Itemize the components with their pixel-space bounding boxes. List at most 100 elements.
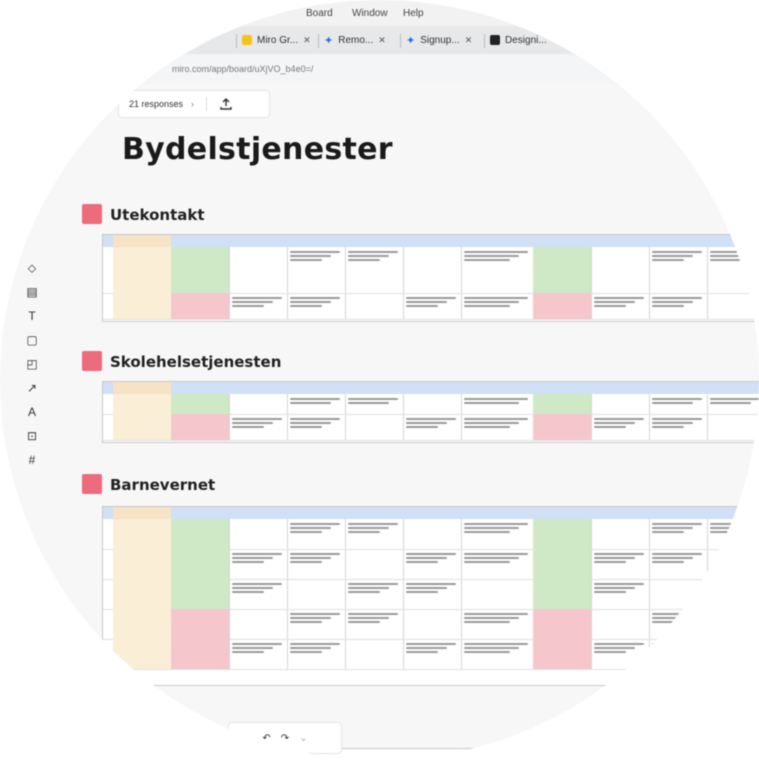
table-cell[interactable] xyxy=(591,519,650,550)
table-cell[interactable] xyxy=(229,394,288,415)
cell-text-placeholder xyxy=(348,251,398,253)
table-cell[interactable] xyxy=(591,247,650,294)
table-cell[interactable] xyxy=(707,639,759,670)
table-cell[interactable] xyxy=(171,247,230,294)
close-icon[interactable]: ✕ xyxy=(465,35,473,46)
grid-icon[interactable]: # xyxy=(20,450,44,470)
cell-text-placeholder xyxy=(290,426,322,428)
cell-text-placeholder xyxy=(406,643,456,645)
table-cell[interactable] xyxy=(707,293,759,320)
cell-text-placeholder xyxy=(348,523,398,525)
section-table-partial[interactable] xyxy=(312,748,734,760)
comment-icon[interactable]: ◰ xyxy=(20,354,44,374)
cell-text-placeholder xyxy=(232,587,273,589)
table-header-cell xyxy=(345,507,404,519)
cell-text-placeholder xyxy=(290,523,340,525)
table-cell[interactable] xyxy=(171,639,230,670)
responses-label[interactable]: 21 responses xyxy=(129,99,183,109)
table-cell[interactable] xyxy=(345,639,404,670)
template-icon[interactable]: A xyxy=(20,402,44,422)
page-title: Bydelstjenester xyxy=(122,132,393,167)
table-cell[interactable] xyxy=(403,394,462,415)
upload-icon[interactable] xyxy=(219,97,233,111)
table-cell[interactable] xyxy=(171,549,230,580)
table-cell[interactable] xyxy=(113,549,172,580)
menu-help[interactable]: Help xyxy=(403,8,424,19)
table-cell[interactable] xyxy=(533,549,592,580)
table-cell[interactable] xyxy=(171,579,230,610)
table-cell[interactable] xyxy=(287,579,346,610)
table-header-cell xyxy=(649,382,708,394)
url-text[interactable]: miro.com/app/board/uXjVO_b4e0=/ xyxy=(172,64,313,74)
table-cell[interactable] xyxy=(229,609,288,640)
table-cell[interactable] xyxy=(113,293,172,320)
cell-text-placeholder xyxy=(232,297,282,299)
responses-bar[interactable]: 21 responses › xyxy=(118,90,270,118)
table-cell[interactable] xyxy=(533,293,592,320)
table-cell[interactable] xyxy=(533,247,592,294)
table-cell[interactable] xyxy=(533,579,592,610)
table-cell[interactable] xyxy=(533,639,592,670)
select-icon[interactable]: ⬦ xyxy=(20,258,44,278)
text-icon[interactable]: T xyxy=(20,306,44,326)
table-cell[interactable] xyxy=(591,609,650,640)
miro-icon xyxy=(242,35,252,45)
pen-icon[interactable]: ↗ xyxy=(20,378,44,398)
table-cell[interactable] xyxy=(113,247,172,294)
table-cell[interactable] xyxy=(461,579,534,610)
table-cell[interactable] xyxy=(533,519,592,550)
table-cell[interactable] xyxy=(345,293,404,320)
table-cell[interactable] xyxy=(533,414,592,441)
table-cell[interactable] xyxy=(171,519,230,550)
tab-miro[interactable]: Miro Gr... ✕ xyxy=(242,30,311,50)
cell-text-placeholder xyxy=(652,418,702,420)
table-cell[interactable] xyxy=(533,394,592,415)
table-cell[interactable] xyxy=(113,394,172,415)
table-cell[interactable] xyxy=(113,414,172,441)
cell-text-placeholder xyxy=(406,422,447,424)
table-cell[interactable] xyxy=(229,247,288,294)
redo-icon[interactable]: ↷ xyxy=(281,733,289,744)
menu-window[interactable]: Window xyxy=(352,8,388,19)
sticky-note-icon[interactable]: ▤ xyxy=(20,282,44,302)
table-cell[interactable] xyxy=(403,609,462,640)
table-cell[interactable] xyxy=(171,609,230,640)
table-cell[interactable] xyxy=(649,579,708,610)
table-cell[interactable] xyxy=(113,639,172,670)
cell-text-placeholder xyxy=(406,561,438,563)
address-bar[interactable]: miro.com/app/board/uXjVO_b4e0=/ xyxy=(0,54,759,85)
tab-signup[interactable]: ✦ Signup... ✕ xyxy=(406,30,472,50)
table-cell[interactable] xyxy=(171,293,230,320)
cell-text-placeholder xyxy=(464,523,528,525)
table-cell[interactable] xyxy=(403,519,462,550)
table-header-cell xyxy=(649,235,708,247)
more-icon[interactable]: ⌄ xyxy=(299,733,307,744)
close-icon[interactable]: ✕ xyxy=(378,35,386,46)
table-cell[interactable] xyxy=(533,609,592,640)
cell-text-placeholder xyxy=(710,259,742,261)
table-cell[interactable] xyxy=(591,394,650,415)
undo-icon[interactable]: ↶ xyxy=(262,733,270,744)
section-table-skolehelsetjenesten[interactable] xyxy=(102,381,759,443)
cell-text-placeholder xyxy=(464,531,510,533)
tab-designing[interactable]: Designi... xyxy=(490,30,547,50)
table-cell[interactable] xyxy=(707,414,759,441)
shape-icon[interactable]: ▢ xyxy=(20,330,44,350)
frame-icon[interactable]: ⊡ xyxy=(20,426,44,446)
table-cell[interactable] xyxy=(345,549,404,580)
table-cell[interactable] xyxy=(113,579,172,610)
section-table-barnevernet[interactable] xyxy=(102,506,759,686)
table-cell[interactable] xyxy=(345,414,404,441)
section-table-utekontakt[interactable] xyxy=(102,234,759,322)
table-cell[interactable] xyxy=(707,549,759,580)
table-cell[interactable] xyxy=(403,247,462,294)
chevron-down-icon[interactable]: › xyxy=(191,99,194,109)
table-cell[interactable] xyxy=(171,414,230,441)
close-icon[interactable]: ✕ xyxy=(303,35,311,46)
table-cell[interactable] xyxy=(113,519,172,550)
menu-board[interactable]: Board xyxy=(306,8,333,19)
tab-remote[interactable]: ✦ Remo... ✕ xyxy=(324,30,386,50)
table-cell[interactable] xyxy=(113,609,172,640)
table-cell[interactable] xyxy=(229,519,288,550)
table-cell[interactable] xyxy=(171,394,230,415)
